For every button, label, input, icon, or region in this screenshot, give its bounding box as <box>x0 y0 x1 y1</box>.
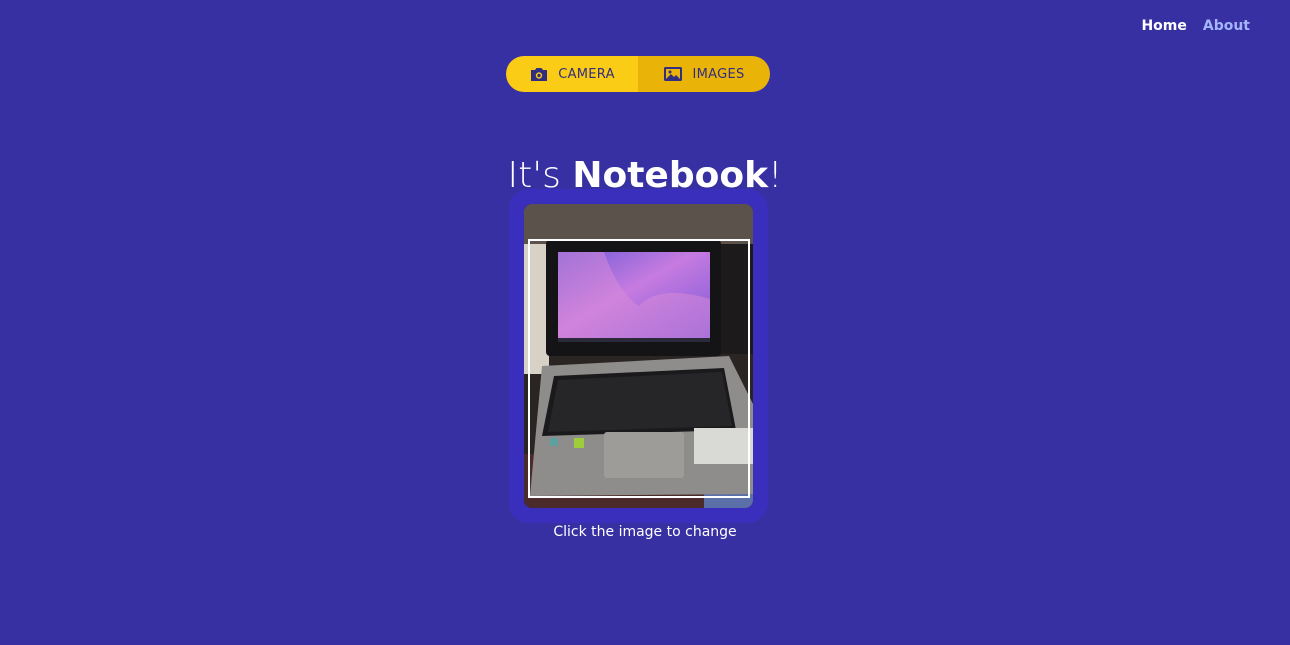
nav-home-link[interactable]: Home <box>1141 18 1186 34</box>
camera-icon <box>529 66 549 82</box>
nav-about-link[interactable]: About <box>1203 18 1250 34</box>
images-mode-label: IMAGES <box>692 66 745 82</box>
change-image-caption: Click the image to change <box>553 524 737 540</box>
prediction-suffix: ! <box>768 155 783 197</box>
page: Home About CAMERA IMAGES It's Notebook! … <box>0 0 1290 645</box>
images-mode-button[interactable]: IMAGES <box>638 56 770 92</box>
image-card <box>509 189 768 523</box>
uploaded-image[interactable] <box>524 204 753 508</box>
laptop-photo <box>524 204 753 508</box>
top-nav: Home About <box>1141 18 1250 34</box>
camera-mode-label: CAMERA <box>558 66 615 82</box>
camera-mode-button[interactable]: CAMERA <box>506 56 638 92</box>
image-icon <box>663 66 683 82</box>
mode-toggle: CAMERA IMAGES <box>506 56 770 92</box>
